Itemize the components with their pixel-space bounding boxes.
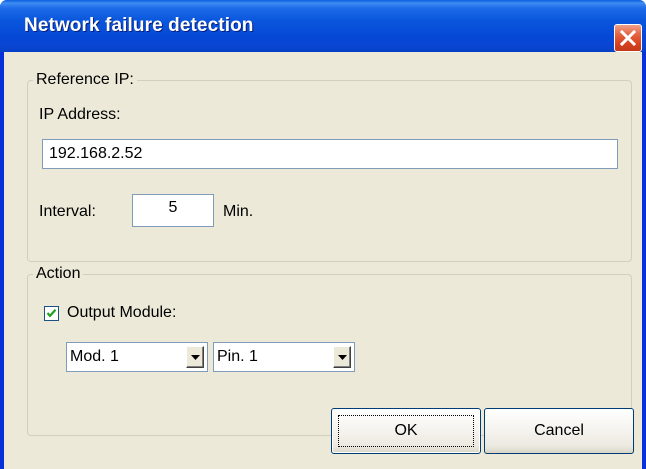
dialog-client-area: Reference IP: IP Address: 192.168.2.52 I… bbox=[4, 52, 642, 469]
reference-ip-group-label: Reference IP: bbox=[33, 70, 137, 90]
ip-address-label: IP Address: bbox=[39, 106, 121, 123]
output-module-checkbox[interactable] bbox=[44, 306, 59, 321]
ok-button[interactable]: OK bbox=[331, 408, 481, 454]
ok-button-label: OK bbox=[394, 422, 418, 439]
interval-input[interactable]: 5 bbox=[132, 194, 214, 227]
interval-label: Interval: bbox=[39, 203, 96, 220]
window-title: Network failure detection bbox=[24, 15, 254, 36]
pin-dropdown-button[interactable] bbox=[333, 346, 351, 368]
title-bar[interactable]: Network failure detection bbox=[0, 0, 646, 52]
output-module-label[interactable]: Output Module: bbox=[67, 303, 176, 323]
ip-address-input[interactable]: 192.168.2.52 bbox=[42, 139, 618, 169]
checkmark-icon bbox=[46, 309, 57, 318]
module-dropdown-button[interactable] bbox=[186, 346, 204, 368]
chevron-down-icon bbox=[191, 355, 200, 360]
pin-select[interactable]: Pin. 1 bbox=[213, 342, 355, 372]
module-select-value: Mod. 1 bbox=[70, 348, 119, 365]
pin-select-value: Pin. 1 bbox=[217, 348, 258, 365]
chevron-down-icon bbox=[338, 355, 347, 360]
module-select[interactable]: Mod. 1 bbox=[66, 342, 208, 372]
close-button[interactable] bbox=[614, 24, 642, 52]
action-group-label: Action bbox=[33, 264, 84, 284]
dialog-window: Network failure detection Reference IP: … bbox=[0, 0, 646, 469]
cancel-button-label: Cancel bbox=[534, 422, 584, 439]
cancel-button[interactable]: Cancel bbox=[484, 408, 634, 454]
close-icon bbox=[620, 30, 636, 46]
interval-unit-label: Min. bbox=[223, 203, 254, 220]
